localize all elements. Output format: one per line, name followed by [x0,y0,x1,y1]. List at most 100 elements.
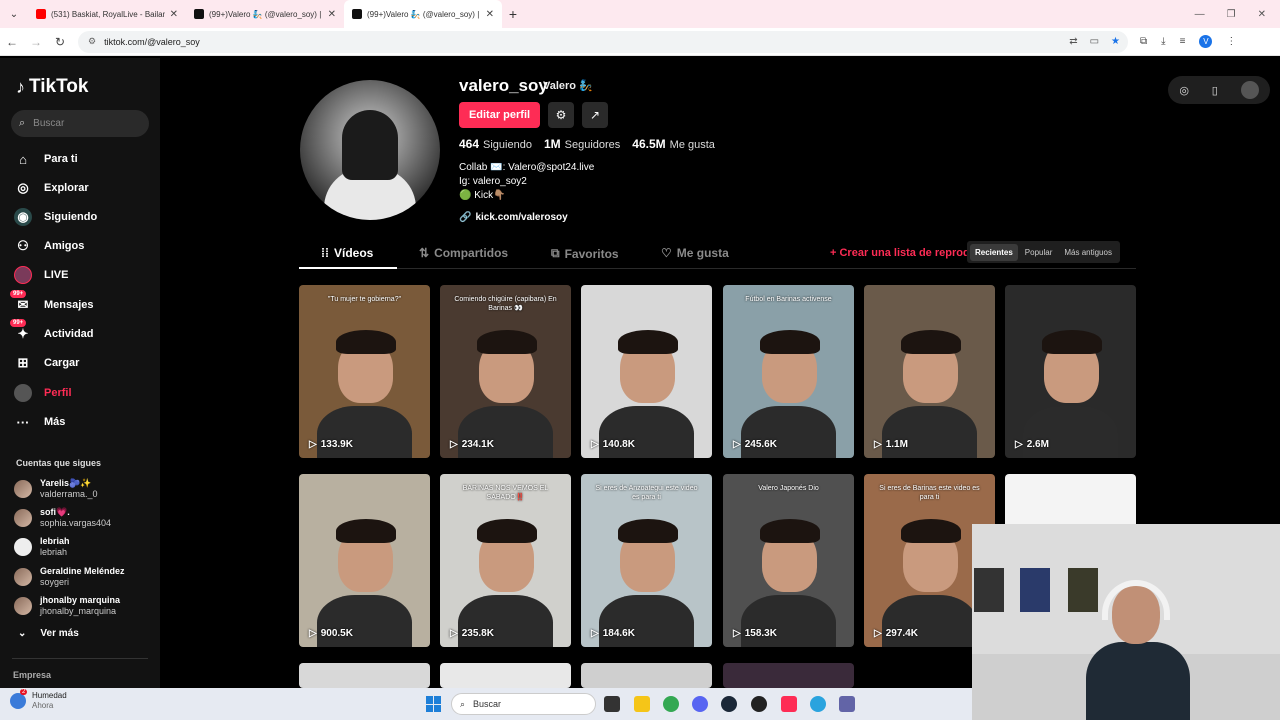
view-count: 158.3K [744,628,777,639]
video-card[interactable]: Comiendo chigüire (capibara) En Barinas … [440,285,571,458]
profile-avatar[interactable]: V [1199,35,1213,48]
cast-icon[interactable]: ▭ [1090,36,1099,47]
following-stat[interactable]: 464 Siguiendo [459,137,532,151]
tab-shared[interactable]: ⇅ Compartidos [419,246,508,260]
thumbnail-hair [759,518,820,544]
tab-liked[interactable]: ♡ Me gusta [661,246,729,260]
discord-icon[interactable] [692,696,708,712]
video-card[interactable] [723,663,854,688]
sidebar-item-actividad[interactable]: ✦ 99+ Actividad [10,319,94,347]
video-card[interactable]: ▷ 140.8K [581,285,712,458]
file-explorer-icon[interactable] [634,696,650,712]
video-card[interactable]: ▷ 2.6M [1005,285,1136,458]
sidebar-item-siguiendo[interactable]: ◉ Siguiendo [14,204,97,230]
media-icon[interactable]: ≡ [1180,36,1186,47]
video-card[interactable]: Fútbol en Barinas activense ▷ 245.6K [723,285,854,458]
following-account[interactable]: Geraldine Meléndez soygeri [14,566,125,588]
play-icon: ▷ [733,439,741,450]
extensions-icon[interactable]: ⧉ [1140,36,1147,47]
profile-link[interactable]: 🔗 kick.com/valerosoy [459,212,568,223]
telegram-icon[interactable] [810,696,826,712]
video-card[interactable]: Valero Japonés Dio ▷ 158.3K [723,474,854,647]
following-account[interactable]: Yarelis🫐✨ valderrama._0 [14,478,98,500]
maximize-icon[interactable]: ❐ [1227,9,1236,20]
steam-icon[interactable] [721,696,737,712]
sidebar-item-amigos[interactable]: ⚇ Amigos [14,233,84,259]
close-icon[interactable]: ✕ [170,9,178,20]
home-icon: ⌂ [19,151,27,167]
sidebar-item-para-ti[interactable]: ⌂ Para ti [14,146,78,172]
sidebar-item-mensajes[interactable]: ✉ 99+ Mensajes [10,290,94,318]
teams-icon[interactable] [839,696,855,712]
translate-icon[interactable]: ⇄ [1069,36,1077,47]
browser-tab-tiktok-1[interactable]: (99+)Valero 🧞 (@valero_soy) | T ✕ [186,0,344,28]
sort-popular[interactable]: Popular [1020,244,1058,261]
user-avatar[interactable] [1240,81,1259,99]
sidebar-item-live[interactable]: LIVE [14,262,68,288]
see-more-button[interactable]: ⌄ Ver más [18,628,79,639]
sidebar-item-explorar[interactable]: ◎ Explorar [14,175,88,201]
sort-recent[interactable]: Recientes [970,243,1018,261]
address-bar[interactable]: ⚙ tiktok.com/@valero_soy ⇄ ▭ ★ [78,30,1128,53]
settings-gear-icon[interactable]: ⚙ [548,102,574,128]
tab-label: Favoritos [564,246,619,261]
video-card[interactable]: BARINAS NOS VEMOS EL SABADO‼️ ▷ 235.8K [440,474,571,647]
sort-oldest[interactable]: Más antiguos [1059,244,1117,261]
menu-icon[interactable]: ⋮ [1226,36,1236,47]
create-playlist-button[interactable]: + Crear una lista de reproducción [830,247,970,259]
account-name: Geraldine Meléndez [40,566,125,576]
sidebar-item-mas[interactable]: ··· Más [14,409,66,435]
browser-tab-tiktok-2[interactable]: (99+)Valero 🧞 (@valero_soy) | T ✕ [344,0,502,28]
thumbnail-body [317,595,412,647]
chrome-icon[interactable] [663,696,679,712]
close-window-icon[interactable]: ✕ [1258,9,1266,20]
close-icon[interactable]: ✕ [328,9,336,20]
sidebar-item-cargar[interactable]: ⊞ Cargar [14,350,80,376]
app-icon[interactable] [751,696,767,712]
site-info-icon[interactable]: ⚙ [88,36,96,47]
browser-tab-youtube[interactable]: (531) Baskiat, RoyalLive - Bailan ✕ [28,0,186,28]
following-account[interactable]: lebriah lebriah [14,536,70,558]
coin-icon[interactable]: ◎ [1179,84,1189,97]
reload-icon[interactable]: ↻ [48,35,72,49]
play-icon: ▷ [733,628,741,639]
close-icon[interactable]: ✕ [486,9,494,20]
video-card[interactable] [299,663,430,688]
tab-favorites[interactable]: ⧉ Favoritos [551,246,619,261]
minimize-icon[interactable]: — [1195,9,1205,20]
tiktok-icon [194,9,204,19]
bookmark-star-icon[interactable]: ★ [1111,36,1120,47]
share-icon[interactable]: ↗ [582,102,608,128]
video-views: ▷ 235.8K [450,628,494,639]
search-input[interactable]: ⌕ Buscar [11,110,149,137]
tab-search-chevron-icon[interactable]: ⌄ [0,0,28,28]
sidebar-item-label: Perfil [44,387,72,399]
footer-link-empresa[interactable]: Empresa [13,670,51,680]
tab-videos[interactable]: ⁞⁞ Vídeos [321,246,373,260]
followers-stat[interactable]: 1M Seguidores [544,137,620,151]
following-account[interactable]: sofi💗. sophia.vargas404 [14,507,111,529]
tab-title: (531) Baskiat, RoyalLive - Bailan [51,9,165,19]
download-icon[interactable]: ⤓ [1161,36,1165,47]
avatar [14,480,32,498]
thumbnail-hair [617,518,678,544]
video-card[interactable] [440,663,571,688]
edit-profile-button[interactable]: Editar perfil [459,102,540,128]
video-card[interactable] [581,663,712,688]
back-icon[interactable]: ← [0,35,24,49]
tiktok-app-icon[interactable] [781,696,797,712]
taskbar-search[interactable]: ⌕ Buscar [451,693,596,715]
weather-widget[interactable]: 2 Humedad Ahora [10,689,67,711]
forward-icon[interactable]: → [24,35,48,49]
new-tab-button[interactable]: + [502,6,524,22]
following-account[interactable]: jhonalby marquina jhonalby_marquina [14,595,120,617]
task-view-icon[interactable] [604,696,620,712]
video-card[interactable]: ▷ 1.1M [864,285,995,458]
tiktok-logo[interactable]: ♪ TikTok [16,76,88,98]
sidebar-item-perfil[interactable]: Perfil [14,380,72,406]
video-card[interactable]: ▷ 900.5K [299,474,430,647]
device-icon[interactable]: ▯ [1212,84,1218,97]
video-card[interactable]: "Tu mujer te gobierna?" ▷ 133.9K [299,285,430,458]
video-card[interactable]: Si eres de Anzoategui este video es para… [581,474,712,647]
windows-start-icon[interactable] [426,696,442,712]
